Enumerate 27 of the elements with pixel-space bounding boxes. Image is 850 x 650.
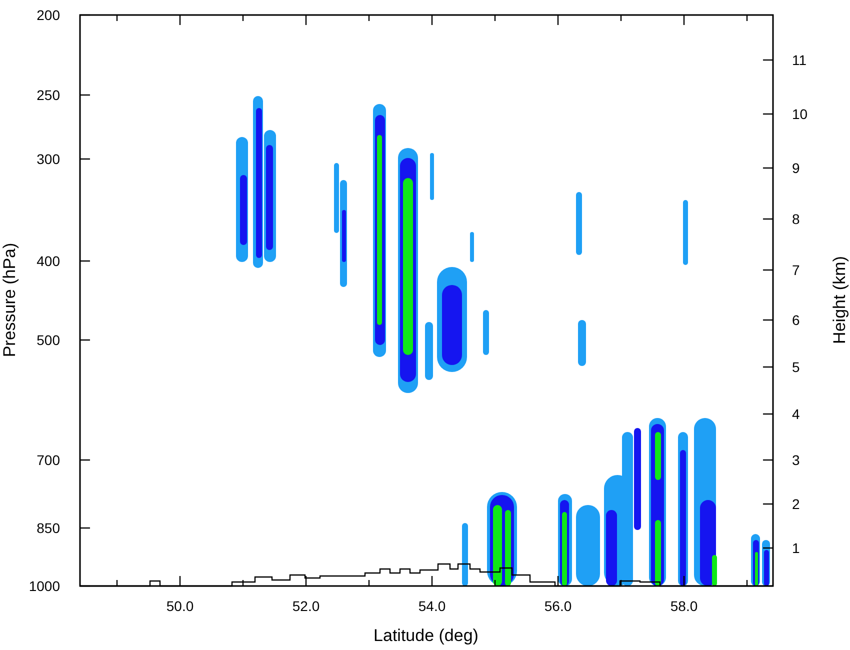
tick-label: 8	[792, 211, 800, 227]
tick-label: 2	[792, 496, 800, 512]
tick-label: 56.0	[544, 598, 572, 614]
tick-label: 250	[36, 87, 60, 103]
tick-label: 400	[36, 253, 60, 269]
tick-label: 200	[36, 7, 60, 23]
tick-label: 1	[792, 540, 800, 556]
tick-label: 1000	[28, 578, 60, 594]
axis-title: Height (km)	[830, 256, 849, 344]
axis-title: Latitude (deg)	[374, 626, 478, 645]
tick-label: 7	[792, 262, 800, 278]
tick-label: 4	[792, 406, 800, 422]
tick-label: 52.0	[292, 598, 320, 614]
tick-label: 58.0	[670, 598, 698, 614]
tick-label: 850	[36, 520, 60, 536]
tick-label: 50.0	[166, 598, 194, 614]
tick-label: 10	[792, 106, 808, 122]
axis-title: Pressure (hPa)	[0, 242, 19, 358]
tick-label: 300	[36, 151, 60, 167]
tick-label: 700	[36, 452, 60, 468]
tick-label: 9	[792, 160, 800, 176]
tick-label: 54.0	[418, 598, 446, 614]
tick-label: 3	[792, 452, 800, 468]
tick-label: 500	[36, 332, 60, 348]
tick-label: 6	[792, 312, 800, 328]
tick-label: 5	[792, 359, 800, 375]
tick-label: 11	[792, 52, 807, 68]
